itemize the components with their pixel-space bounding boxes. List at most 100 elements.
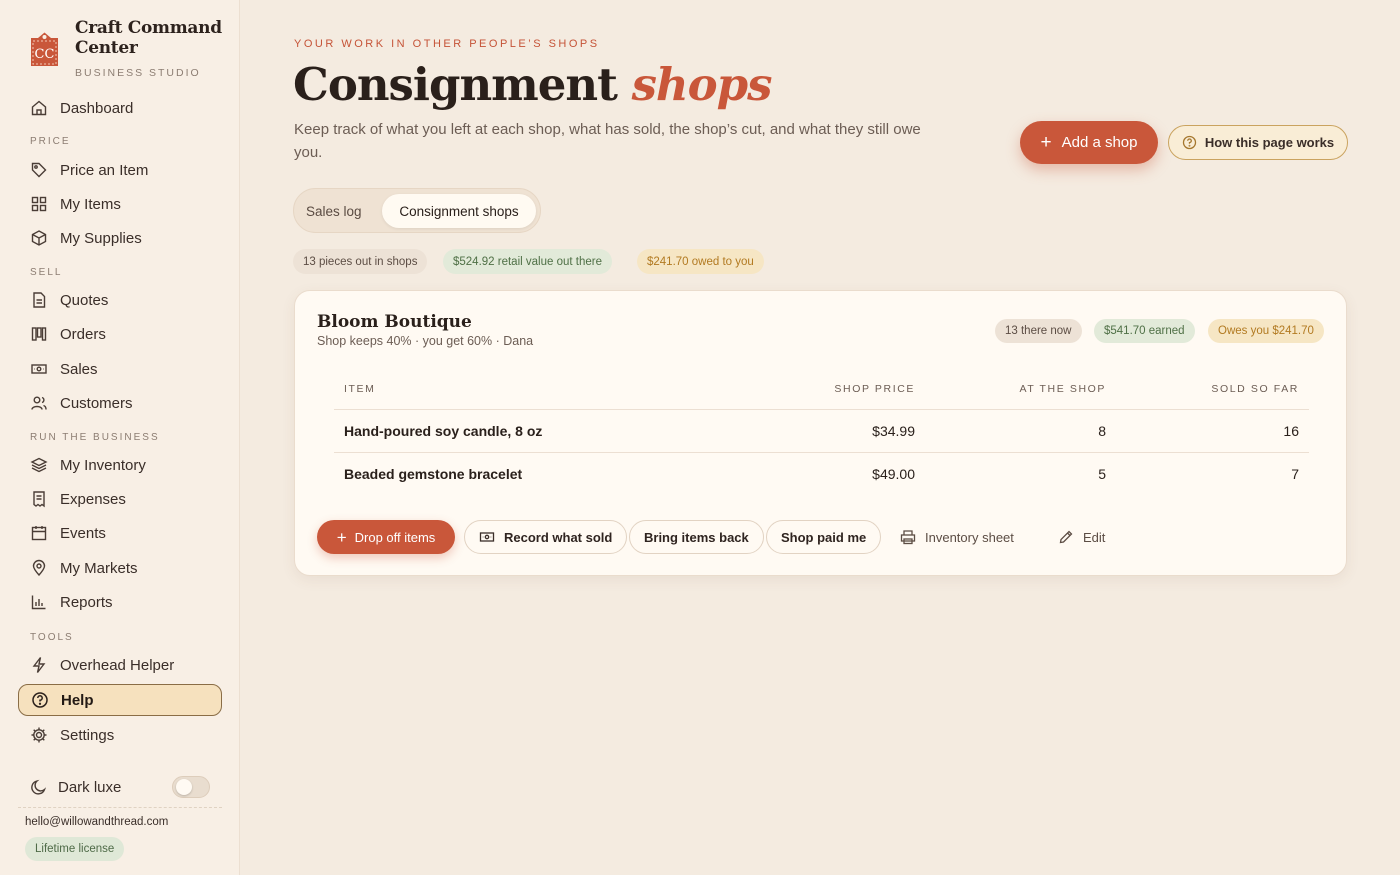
sidebar-item-label: Expenses bbox=[60, 490, 126, 508]
moon-icon bbox=[30, 778, 48, 796]
dark-mode-toggle[interactable] bbox=[172, 776, 210, 798]
inventory-sheet-label: Inventory sheet bbox=[925, 529, 1014, 545]
sidebar-item-dashboard[interactable]: Dashboard bbox=[18, 92, 222, 124]
sidebar-item-label: Overhead Helper bbox=[60, 656, 175, 674]
drop-off-items-button[interactable]: + Drop off items bbox=[317, 520, 455, 554]
shop-paid-me-label: Shop paid me bbox=[781, 529, 867, 545]
sidebar-item-label: Settings bbox=[60, 726, 115, 744]
document-icon bbox=[30, 291, 48, 309]
sidebar-item-orders[interactable]: Orders bbox=[18, 318, 222, 350]
nav-section-price: PRICE bbox=[30, 136, 71, 147]
column-header-shop-price: SHOP PRICE bbox=[834, 383, 915, 395]
sidebar-item-quotes[interactable]: Quotes bbox=[18, 284, 222, 316]
sidebar-item-settings[interactable]: Settings bbox=[18, 719, 222, 751]
cash-icon bbox=[479, 529, 495, 545]
sidebar-item-my-supplies[interactable]: My Supplies bbox=[18, 222, 222, 254]
sidebar-item-events[interactable]: Events bbox=[18, 517, 222, 549]
sidebar-item-label: Events bbox=[60, 524, 106, 542]
add-shop-button[interactable]: + Add a shop bbox=[1020, 121, 1158, 164]
sidebar-item-customers[interactable]: Customers bbox=[18, 387, 222, 419]
toggle-knob bbox=[176, 779, 192, 795]
sidebar-item-my-items[interactable]: My Items bbox=[18, 188, 222, 220]
table-row-divider bbox=[334, 452, 1309, 453]
view-tabs: Sales log Consignment shops bbox=[293, 188, 541, 233]
how-this-page-works-button[interactable]: How this page works bbox=[1168, 125, 1348, 160]
there-now-badge: 13 there now bbox=[995, 319, 1082, 343]
dark-mode-label: Dark luxe bbox=[58, 778, 122, 796]
table-row-item: Hand-poured soy candle, 8 oz bbox=[344, 423, 543, 439]
price-tag-icon bbox=[30, 161, 48, 179]
sidebar-item-my-markets[interactable]: My Markets bbox=[18, 552, 222, 584]
sidebar-item-reports[interactable]: Reports bbox=[18, 586, 222, 618]
bring-items-back-button[interactable]: Bring items back bbox=[629, 520, 764, 554]
record-what-sold-button[interactable]: Record what sold bbox=[464, 520, 628, 554]
sidebar-divider bbox=[18, 807, 222, 808]
sidebar-item-price-an-item[interactable]: Price an Item bbox=[18, 154, 222, 186]
kanban-icon bbox=[30, 325, 48, 343]
edit-shop-button[interactable]: Edit bbox=[1044, 520, 1119, 554]
page-eyebrow: YOUR WORK IN OTHER PEOPLE’S SHOPS bbox=[294, 38, 600, 50]
gear-icon bbox=[30, 726, 48, 744]
page-subtitle: Keep track of what you left at each shop… bbox=[294, 121, 921, 161]
sidebar-item-label: Price an Item bbox=[60, 161, 149, 179]
license-badge: Lifetime license bbox=[25, 837, 125, 861]
brand-subtitle: BUSINESS STUDIO bbox=[75, 67, 201, 79]
summary-retail-chip: $524.92 retail value out there bbox=[443, 249, 612, 274]
page-title-accent: shops bbox=[631, 58, 773, 111]
sidebar-item-label: Dashboard bbox=[60, 99, 134, 117]
sidebar-item-label: My Inventory bbox=[60, 456, 146, 474]
printer-icon bbox=[900, 529, 916, 545]
table-row-at-shop: 5 bbox=[1098, 466, 1106, 482]
sidebar-item-label: My Markets bbox=[60, 559, 138, 577]
shop-terms: Shop keeps 40% · you get 60% · Dana bbox=[317, 334, 534, 348]
shop-paid-me-button[interactable]: Shop paid me bbox=[766, 520, 882, 554]
nav-section-sell: SELL bbox=[30, 267, 63, 278]
plus-icon: + bbox=[1040, 132, 1052, 153]
bring-items-back-label: Bring items back bbox=[644, 529, 749, 545]
shop-card: Bloom Boutique Shop keeps 40% · you get … bbox=[294, 290, 1347, 576]
record-what-sold-label: Record what sold bbox=[504, 529, 613, 545]
calendar-icon bbox=[30, 524, 48, 542]
edit-shop-label: Edit bbox=[1083, 529, 1106, 545]
brand[interactable]: CC Craft Command Center BUSINESS STUDIO bbox=[26, 18, 231, 82]
shop-name: Bloom Boutique bbox=[317, 312, 472, 332]
column-header-sold-so-far: SOLD SO FAR bbox=[1211, 383, 1299, 395]
table-row-sold: 16 bbox=[1283, 423, 1299, 439]
grid-icon bbox=[30, 195, 48, 213]
tab-consignment-shops[interactable]: Consignment shops bbox=[382, 194, 536, 228]
lightning-icon bbox=[30, 656, 48, 674]
account-email: hello@willowandthread.com bbox=[25, 816, 169, 828]
table-row-item: Beaded gemstone bracelet bbox=[344, 466, 523, 482]
summary-pieces-chip: 13 pieces out in shops bbox=[293, 249, 428, 274]
svg-text:CC: CC bbox=[35, 47, 55, 62]
sidebar-item-label: My Supplies bbox=[60, 229, 142, 247]
page-title: Consignment shops bbox=[293, 58, 773, 111]
map-pin-icon bbox=[30, 559, 48, 577]
owes-badge: Owes you $241.70 bbox=[1208, 319, 1324, 343]
help-circle-icon bbox=[1182, 135, 1197, 150]
box-icon bbox=[30, 229, 48, 247]
sidebar-item-help[interactable]: Help bbox=[18, 684, 222, 716]
how-this-page-works-label: How this page works bbox=[1204, 135, 1335, 150]
sidebar-item-overhead-helper[interactable]: Overhead Helper bbox=[18, 649, 222, 681]
sidebar-item-label: Help bbox=[61, 691, 94, 709]
home-icon bbox=[30, 99, 48, 117]
sidebar-item-expenses[interactable]: Expenses bbox=[18, 483, 222, 515]
column-header-at-the-shop: AT THE SHOP bbox=[1019, 383, 1106, 395]
table-row-price: $49.00 bbox=[872, 466, 915, 482]
plus-icon: + bbox=[336, 527, 347, 547]
cash-icon bbox=[30, 360, 48, 378]
dark-mode-row: Dark luxe bbox=[18, 772, 222, 802]
sidebar-item-label: Orders bbox=[60, 325, 106, 343]
sidebar-item-my-inventory[interactable]: My Inventory bbox=[18, 449, 222, 481]
drop-off-items-label: Drop off items bbox=[354, 529, 436, 545]
sidebar-item-sales[interactable]: Sales bbox=[18, 353, 222, 385]
tab-sales-log[interactable]: Sales log bbox=[306, 194, 362, 228]
help-circle-icon bbox=[31, 691, 49, 709]
page-title-main: Consignment bbox=[293, 58, 618, 111]
sidebar-item-label: My Items bbox=[60, 195, 121, 213]
layers-icon bbox=[30, 456, 48, 474]
inventory-sheet-button[interactable]: Inventory sheet bbox=[886, 520, 1028, 554]
column-header-item: ITEM bbox=[344, 383, 376, 395]
bar-chart-icon bbox=[30, 593, 48, 611]
